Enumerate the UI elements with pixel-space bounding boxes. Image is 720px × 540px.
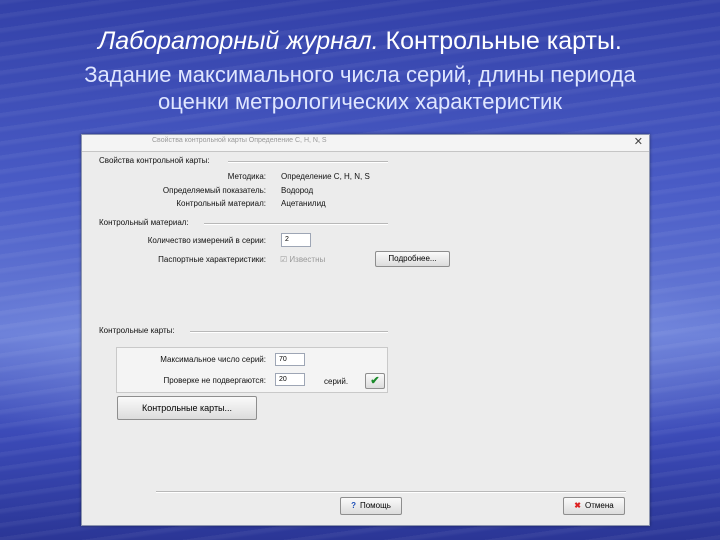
indicator-value: Водород xyxy=(281,186,314,195)
footer-divider xyxy=(156,491,626,493)
slide-title-normal: Контрольные карты. xyxy=(378,27,622,55)
props-divider xyxy=(228,161,388,163)
material-label: Контрольный материал: xyxy=(176,199,266,208)
apply-button[interactable]: ✔ xyxy=(365,373,385,389)
window-title: Свойства контрольной карты Определение C… xyxy=(152,137,327,144)
control-charts-header: Контрольные карты: xyxy=(99,326,175,335)
check-icon: ✔ xyxy=(370,375,380,387)
indicator-label: Определяемый показатель: xyxy=(162,186,266,195)
slide-title: Лабораторный журнал. Контрольные карты. xyxy=(0,26,720,56)
cancel-button[interactable]: ✖ Отмена xyxy=(563,497,625,515)
cancel-icon: ✖ xyxy=(574,501,581,510)
not-checked-label: Проверке не подвергаются: xyxy=(163,376,266,385)
control-charts-button[interactable]: Контрольные карты... xyxy=(117,396,257,420)
known-checkbox[interactable]: ☑ Известны xyxy=(280,255,325,265)
help-label: Помощь xyxy=(359,501,391,510)
count-input[interactable]: 2 xyxy=(281,233,311,247)
slide-subtitle-line2: оценки метрологических характеристик xyxy=(158,89,562,114)
known-label: Известны xyxy=(289,255,326,264)
control-material-divider xyxy=(204,223,388,225)
help-button[interactable]: ? Помощь xyxy=(340,497,402,515)
close-icon[interactable]: ✕ xyxy=(634,136,643,148)
slide-subtitle: Задание максимального числа серий, длины… xyxy=(0,61,720,115)
props-section-header: Свойства контрольной карты: xyxy=(99,156,210,165)
passport-label: Паспортные характеристики: xyxy=(158,255,266,264)
slide-subtitle-line1: Задание максимального числа серий, длины… xyxy=(84,62,636,87)
cancel-label: Отмена xyxy=(585,501,614,510)
method-value: Определение C, H, N, S xyxy=(281,172,370,181)
max-series-label: Максимальное число серий: xyxy=(160,355,266,364)
slide-title-italic: Лабораторный журнал. xyxy=(98,27,379,55)
help-icon: ? xyxy=(351,501,356,510)
control-material-header: Контрольный материал: xyxy=(99,218,189,227)
window-titlebar: Свойства контрольной карты Определение C… xyxy=(82,135,649,152)
material-value: Ацетанилид xyxy=(281,199,326,208)
series-unit-label: серий. xyxy=(324,377,349,386)
method-label: Методика: xyxy=(227,172,266,181)
count-label: Количество измерений в серии: xyxy=(147,236,266,245)
not-checked-input[interactable]: 20 xyxy=(275,373,305,386)
control-charts-divider xyxy=(190,331,388,333)
max-series-input[interactable]: 70 xyxy=(275,353,305,366)
details-button[interactable]: Подробнее... xyxy=(375,251,450,267)
known-check-icon: ☑ xyxy=(280,255,288,264)
